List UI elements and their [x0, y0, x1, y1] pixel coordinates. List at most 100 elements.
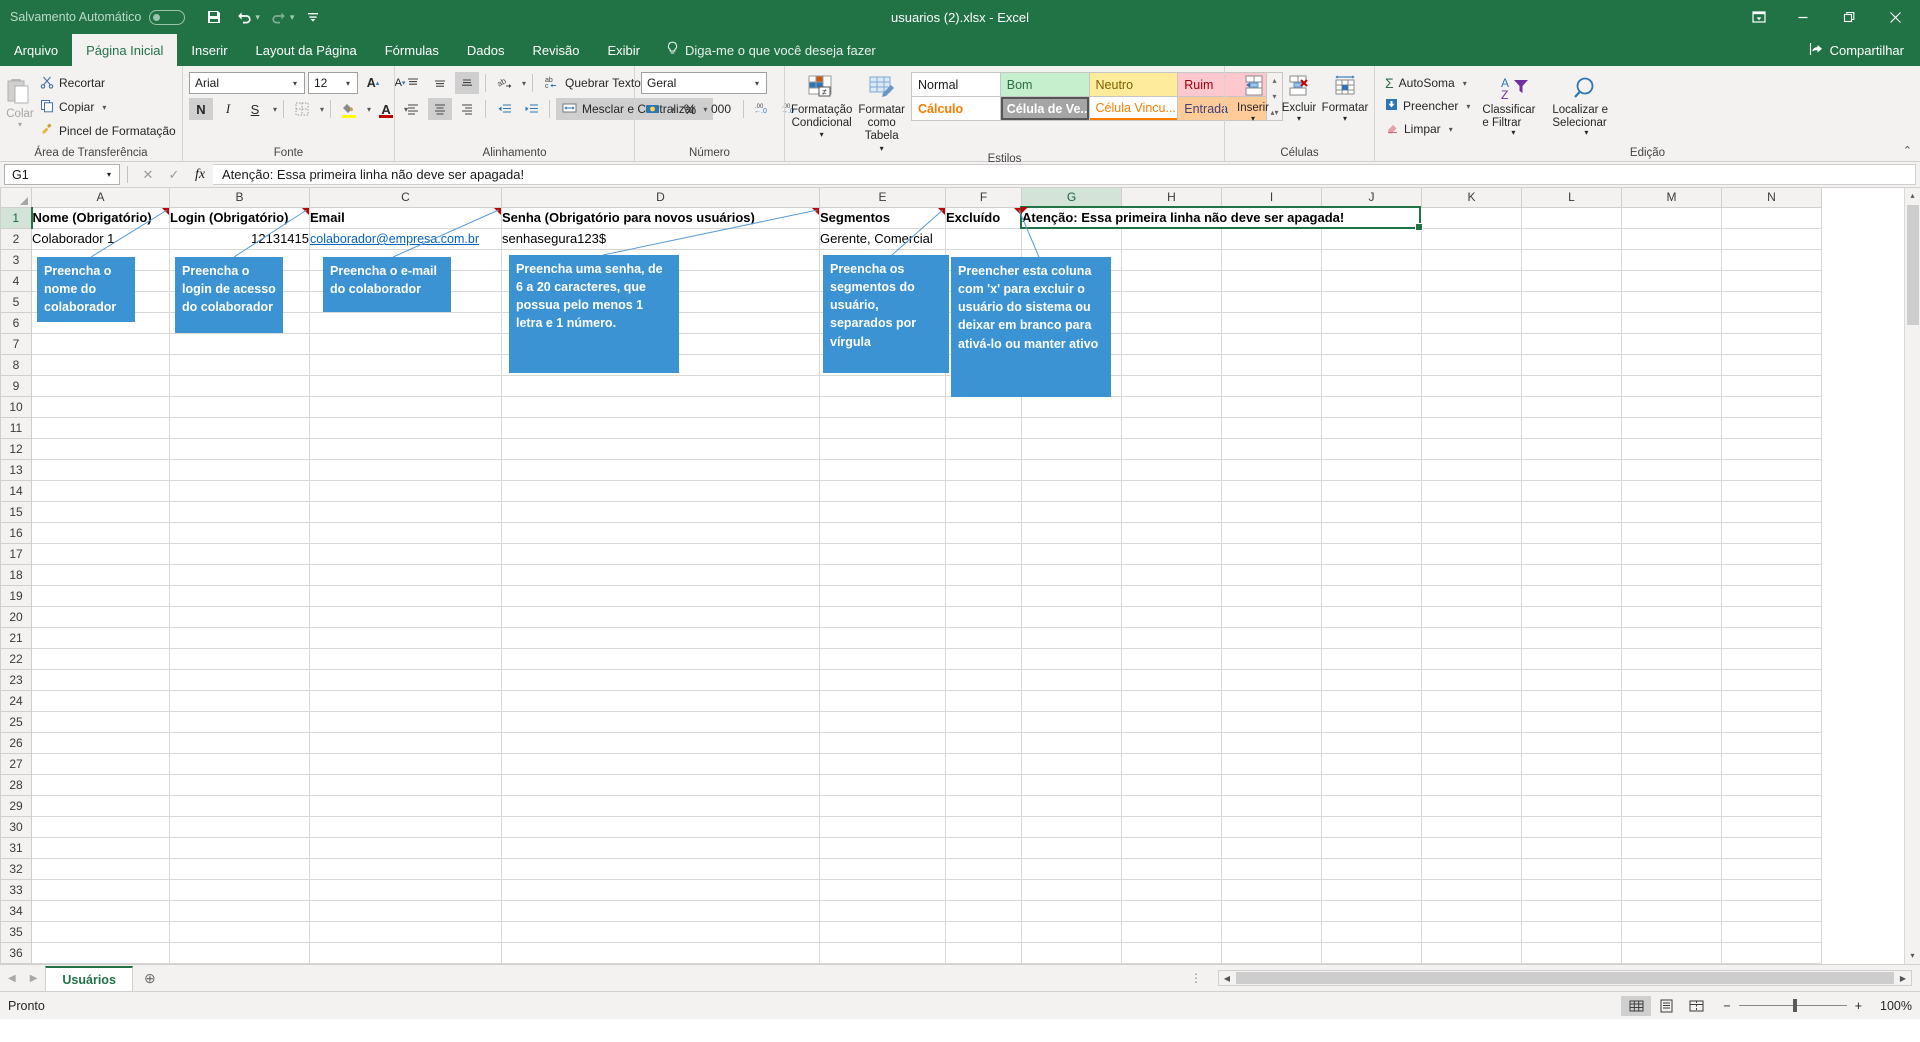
cell-A27[interactable] [31, 753, 170, 775]
ribbon-display-options-icon[interactable] [1738, 0, 1780, 34]
cell-K12[interactable] [1421, 438, 1522, 460]
cell-H21[interactable] [1121, 627, 1222, 649]
cell-F18[interactable] [945, 564, 1022, 586]
zoom-slider-thumb[interactable] [1792, 999, 1797, 1012]
row-header-17[interactable]: 17 [0, 542, 32, 565]
cell-C36[interactable] [309, 942, 502, 964]
cell-J11[interactable] [1321, 417, 1422, 439]
cell-D14[interactable] [501, 480, 820, 502]
font-name-combo[interactable]: Arial ▾ [189, 72, 305, 94]
row-header-24[interactable]: 24 [0, 689, 32, 712]
cell-D30[interactable] [501, 816, 820, 838]
cell-C26[interactable] [309, 732, 502, 754]
cell-E32[interactable] [819, 858, 946, 880]
cell-J12[interactable] [1321, 438, 1422, 460]
cell-C8[interactable] [309, 354, 502, 376]
cell-C13[interactable] [309, 459, 502, 481]
tab-inserir[interactable]: Inserir [177, 34, 241, 66]
cell-E22[interactable] [819, 648, 946, 670]
row-header-14[interactable]: 14 [0, 479, 32, 502]
confirm-icon[interactable]: ✓ [161, 164, 187, 186]
cell-J15[interactable] [1321, 501, 1422, 523]
cell-J17[interactable] [1321, 543, 1422, 565]
cell-K25[interactable] [1421, 711, 1522, 733]
cell-L17[interactable] [1521, 543, 1622, 565]
cell-C2[interactable]: colaborador@empresa.com.br [309, 228, 502, 250]
autosave-toggle[interactable] [149, 9, 186, 25]
cell-I30[interactable] [1221, 816, 1322, 838]
cell-C16[interactable] [309, 522, 502, 544]
scroll-down-icon[interactable]: ▾ [1905, 948, 1920, 964]
row-header-1[interactable]: 1 [0, 206, 33, 229]
cell-N2[interactable] [1721, 228, 1822, 250]
fill-button[interactable]: Preencher ▾ [1381, 95, 1474, 117]
cell-B7[interactable] [169, 333, 310, 355]
cell-I26[interactable] [1221, 732, 1322, 754]
cell-J33[interactable] [1321, 879, 1422, 901]
column-header-M[interactable]: M [1621, 188, 1722, 208]
cell-J26[interactable] [1321, 732, 1422, 754]
cell-J28[interactable] [1321, 774, 1422, 796]
cell-K9[interactable] [1421, 375, 1522, 397]
row-header-28[interactable]: 28 [0, 773, 32, 796]
cell-K35[interactable] [1421, 921, 1522, 943]
cell-E35[interactable] [819, 921, 946, 943]
vertical-scrollbar[interactable]: ▴ ▾ [1904, 188, 1920, 964]
cell-L9[interactable] [1521, 375, 1622, 397]
cell-H4[interactable] [1121, 270, 1222, 292]
cell-L26[interactable] [1521, 732, 1622, 754]
cell-B16[interactable] [169, 522, 310, 544]
cell-L15[interactable] [1521, 501, 1622, 523]
cell-F31[interactable] [945, 837, 1022, 859]
cell-L31[interactable] [1521, 837, 1622, 859]
cell-I2[interactable] [1221, 228, 1322, 250]
cell-I9[interactable] [1221, 375, 1322, 397]
row-header-9[interactable]: 9 [0, 374, 32, 397]
cell-J23[interactable] [1321, 669, 1422, 691]
cell-G29[interactable] [1021, 795, 1122, 817]
cell-N35[interactable] [1721, 921, 1822, 943]
cell-F30[interactable] [945, 816, 1022, 838]
column-header-D[interactable]: D [501, 188, 820, 208]
cell-L3[interactable] [1521, 249, 1622, 271]
row-header-15[interactable]: 15 [0, 500, 32, 523]
cell-B30[interactable] [169, 816, 310, 838]
cell-M27[interactable] [1621, 753, 1722, 775]
cell-L7[interactable] [1521, 333, 1622, 355]
cell-F32[interactable] [945, 858, 1022, 880]
cell-H24[interactable] [1121, 690, 1222, 712]
cell-M23[interactable] [1621, 669, 1722, 691]
cell-D17[interactable] [501, 543, 820, 565]
cell-I12[interactable] [1221, 438, 1322, 460]
cell-D12[interactable] [501, 438, 820, 460]
copy-button[interactable]: Copiar ▾ [36, 96, 180, 118]
cell-I29[interactable] [1221, 795, 1322, 817]
cell-I14[interactable] [1221, 480, 1322, 502]
cell-F14[interactable] [945, 480, 1022, 502]
zoom-out-button[interactable]: − [1723, 999, 1730, 1013]
cell-E18[interactable] [819, 564, 946, 586]
cell-styles-gallery[interactable]: Normal Bom Neutro Ruim Cálculo Célula de… [911, 72, 1268, 121]
row-header-4[interactable]: 4 [0, 269, 32, 292]
underline-dropdown-icon[interactable]: ▾ [273, 105, 277, 114]
cell-B1[interactable]: Login (Obrigatório) [169, 207, 310, 229]
cell-B17[interactable] [169, 543, 310, 565]
cell-C9[interactable] [309, 375, 502, 397]
cell-L33[interactable] [1521, 879, 1622, 901]
cell-K15[interactable] [1421, 501, 1522, 523]
style-neutro[interactable]: Neutro [1089, 73, 1178, 96]
cell-M22[interactable] [1621, 648, 1722, 670]
row-header-20[interactable]: 20 [0, 605, 32, 628]
cell-K36[interactable] [1421, 942, 1522, 964]
cell-I21[interactable] [1221, 627, 1322, 649]
cell-A23[interactable] [31, 669, 170, 691]
cell-J27[interactable] [1321, 753, 1422, 775]
cell-C30[interactable] [309, 816, 502, 838]
cell-N17[interactable] [1721, 543, 1822, 565]
cell-I36[interactable] [1221, 942, 1322, 964]
cell-I33[interactable] [1221, 879, 1322, 901]
cell-J6[interactable] [1321, 312, 1422, 334]
cell-K34[interactable] [1421, 900, 1522, 922]
italic-button[interactable]: I [216, 98, 240, 120]
cell-G23[interactable] [1021, 669, 1122, 691]
